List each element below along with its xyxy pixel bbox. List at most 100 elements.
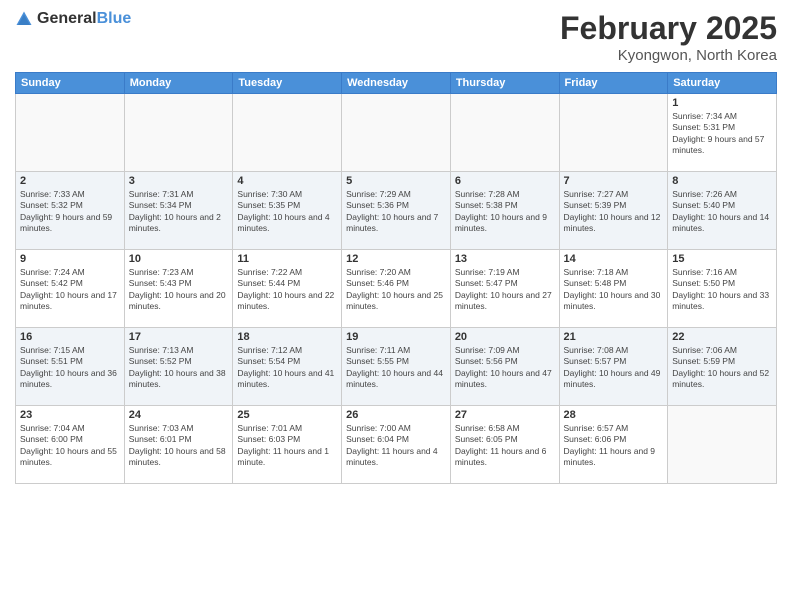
calendar-day-cell: 3 Sunrise: 7:31 AM Sunset: 5:34 PM Daylig…: [124, 172, 233, 250]
day-info: Sunrise: 7:24 AM Sunset: 5:42 PM Dayligh…: [20, 267, 120, 313]
calendar-day-cell: 7 Sunrise: 7:27 AM Sunset: 5:39 PM Daylig…: [559, 172, 668, 250]
day-info: Sunrise: 7:00 AM Sunset: 6:04 PM Dayligh…: [346, 423, 446, 469]
calendar-day-cell: 9Sunrise: 7:24 AM Sunset: 5:42 PM Daylig…: [16, 250, 125, 328]
day-number: 11: [237, 253, 337, 265]
calendar-day-cell: 22 Sunrise: 7:06 AM Sunset: 5:59 PM Dayli…: [668, 328, 777, 406]
calendar-day-cell: 1 Sunrise: 7:34 AM Sunset: 5:31 PM Daylig…: [668, 94, 777, 172]
calendar-day-cell: 6 Sunrise: 7:28 AM Sunset: 5:38 PM Daylig…: [450, 172, 559, 250]
day-info: Sunrise: 7:22 AM Sunset: 5:44 PM Dayligh…: [237, 267, 337, 313]
day-number: 17: [129, 331, 229, 343]
day-number: 7: [564, 175, 664, 187]
calendar-day-cell: 25Sunrise: 7:01 AM Sunset: 6:03 PM Dayli…: [233, 406, 342, 484]
month-title: February 2025: [560, 10, 777, 47]
day-info: Sunrise: 6:58 AM Sunset: 6:05 PM Dayligh…: [455, 423, 555, 469]
day-number: 13: [455, 253, 555, 265]
logo: GeneralBlue: [15, 10, 131, 28]
day-info: Sunrise: 7:29 AM Sunset: 5:36 PM Dayligh…: [346, 189, 446, 235]
calendar-day-cell: 23Sunrise: 7:04 AM Sunset: 6:00 PM Dayli…: [16, 406, 125, 484]
calendar-day-cell: [124, 94, 233, 172]
calendar-day-cell: 27 Sunrise: 6:58 AM Sunset: 6:05 PM Dayli…: [450, 406, 559, 484]
calendar-day-cell: 2 Sunrise: 7:33 AM Sunset: 5:32 PM Daylig…: [16, 172, 125, 250]
day-number: 21: [564, 331, 664, 343]
calendar-day-cell: 24Sunrise: 7:03 AM Sunset: 6:01 PM Dayli…: [124, 406, 233, 484]
day-info: Sunrise: 7:15 AM Sunset: 5:51 PM Dayligh…: [20, 345, 120, 391]
calendar-week-row: 2 Sunrise: 7:33 AM Sunset: 5:32 PM Daylig…: [16, 172, 777, 250]
calendar-day-cell: 4 Sunrise: 7:30 AM Sunset: 5:35 PM Daylig…: [233, 172, 342, 250]
calendar-day-cell: [559, 94, 668, 172]
calendar-day-cell: 14 Sunrise: 7:18 AM Sunset: 5:48 PM Dayli…: [559, 250, 668, 328]
calendar-day-cell: 18 Sunrise: 7:12 AM Sunset: 5:54 PM Dayli…: [233, 328, 342, 406]
day-info: Sunrise: 7:33 AM Sunset: 5:32 PM Dayligh…: [20, 189, 120, 235]
calendar-day-cell: [233, 94, 342, 172]
day-of-week-header: Sunday: [16, 73, 125, 94]
day-number: 4: [237, 175, 337, 187]
logo-icon: [15, 10, 33, 28]
day-number: 6: [455, 175, 555, 187]
calendar-day-cell: 13 Sunrise: 7:19 AM Sunset: 5:47 PM Dayli…: [450, 250, 559, 328]
calendar-day-cell: [450, 94, 559, 172]
day-info: Sunrise: 7:31 AM Sunset: 5:34 PM Dayligh…: [129, 189, 229, 235]
day-number: 25: [237, 409, 337, 421]
calendar-day-cell: 8 Sunrise: 7:26 AM Sunset: 5:40 PM Daylig…: [668, 172, 777, 250]
day-number: 15: [672, 253, 772, 265]
day-info: Sunrise: 7:04 AM Sunset: 6:00 PM Dayligh…: [20, 423, 120, 469]
day-number: 20: [455, 331, 555, 343]
day-info: Sunrise: 7:27 AM Sunset: 5:39 PM Dayligh…: [564, 189, 664, 235]
title-block: February 2025 Kyongwon, North Korea: [560, 10, 777, 64]
day-info: Sunrise: 7:06 AM Sunset: 5:59 PM Dayligh…: [672, 345, 772, 391]
day-number: 10: [129, 253, 229, 265]
logo-blue: Blue: [97, 10, 132, 27]
calendar-week-row: 16 Sunrise: 7:15 AM Sunset: 5:51 PM Dayli…: [16, 328, 777, 406]
day-number: 14: [564, 253, 664, 265]
day-number: 1: [672, 97, 772, 109]
page-header: GeneralBlue February 2025 Kyongwon, Nort…: [15, 10, 777, 64]
day-info: Sunrise: 7:28 AM Sunset: 5:38 PM Dayligh…: [455, 189, 555, 235]
day-number: 19: [346, 331, 446, 343]
day-info: Sunrise: 7:34 AM Sunset: 5:31 PM Dayligh…: [672, 111, 772, 157]
day-info: Sunrise: 7:12 AM Sunset: 5:54 PM Dayligh…: [237, 345, 337, 391]
day-info: Sunrise: 7:26 AM Sunset: 5:40 PM Dayligh…: [672, 189, 772, 235]
calendar-day-cell: 20Sunrise: 7:09 AM Sunset: 5:56 PM Dayli…: [450, 328, 559, 406]
day-number: 2: [20, 175, 120, 187]
day-number: 16: [20, 331, 120, 343]
day-info: Sunrise: 7:30 AM Sunset: 5:35 PM Dayligh…: [237, 189, 337, 235]
day-of-week-header: Thursday: [450, 73, 559, 94]
day-number: 12: [346, 253, 446, 265]
day-number: 26: [346, 409, 446, 421]
calendar-day-cell: 11 Sunrise: 7:22 AM Sunset: 5:44 PM Dayli…: [233, 250, 342, 328]
calendar-day-cell: 17Sunrise: 7:13 AM Sunset: 5:52 PM Dayli…: [124, 328, 233, 406]
calendar-week-row: 23Sunrise: 7:04 AM Sunset: 6:00 PM Dayli…: [16, 406, 777, 484]
calendar-week-row: 1 Sunrise: 7:34 AM Sunset: 5:31 PM Daylig…: [16, 94, 777, 172]
day-number: 27: [455, 409, 555, 421]
day-number: 18: [237, 331, 337, 343]
day-of-week-header: Monday: [124, 73, 233, 94]
day-of-week-header: Friday: [559, 73, 668, 94]
day-of-week-header: Wednesday: [342, 73, 451, 94]
day-number: 3: [129, 175, 229, 187]
calendar-day-cell: 15 Sunrise: 7:16 AM Sunset: 5:50 PM Dayli…: [668, 250, 777, 328]
calendar-day-cell: [16, 94, 125, 172]
calendar-day-cell: 12 Sunrise: 7:20 AM Sunset: 5:46 PM Dayli…: [342, 250, 451, 328]
day-info: Sunrise: 7:16 AM Sunset: 5:50 PM Dayligh…: [672, 267, 772, 313]
day-info: Sunrise: 7:03 AM Sunset: 6:01 PM Dayligh…: [129, 423, 229, 469]
day-number: 8: [672, 175, 772, 187]
calendar-header-row: SundayMondayTuesdayWednesdayThursdayFrid…: [16, 73, 777, 94]
calendar-day-cell: 21Sunrise: 7:08 AM Sunset: 5:57 PM Dayli…: [559, 328, 668, 406]
day-of-week-header: Tuesday: [233, 73, 342, 94]
calendar-day-cell: 19 Sunrise: 7:11 AM Sunset: 5:55 PM Dayli…: [342, 328, 451, 406]
day-info: Sunrise: 7:20 AM Sunset: 5:46 PM Dayligh…: [346, 267, 446, 313]
calendar-day-cell: 28Sunrise: 6:57 AM Sunset: 6:06 PM Dayli…: [559, 406, 668, 484]
day-number: 28: [564, 409, 664, 421]
day-number: 22: [672, 331, 772, 343]
calendar-day-cell: [342, 94, 451, 172]
day-info: Sunrise: 7:19 AM Sunset: 5:47 PM Dayligh…: [455, 267, 555, 313]
location-title: Kyongwon, North Korea: [560, 47, 777, 64]
day-info: Sunrise: 7:11 AM Sunset: 5:55 PM Dayligh…: [346, 345, 446, 391]
calendar-week-row: 9Sunrise: 7:24 AM Sunset: 5:42 PM Daylig…: [16, 250, 777, 328]
day-info: Sunrise: 7:18 AM Sunset: 5:48 PM Dayligh…: [564, 267, 664, 313]
calendar-day-cell: 10Sunrise: 7:23 AM Sunset: 5:43 PM Dayli…: [124, 250, 233, 328]
calendar-day-cell: 16 Sunrise: 7:15 AM Sunset: 5:51 PM Dayli…: [16, 328, 125, 406]
calendar-day-cell: 5Sunrise: 7:29 AM Sunset: 5:36 PM Daylig…: [342, 172, 451, 250]
calendar-table: SundayMondayTuesdayWednesdayThursdayFrid…: [15, 72, 777, 484]
calendar-day-cell: 26 Sunrise: 7:00 AM Sunset: 6:04 PM Dayli…: [342, 406, 451, 484]
